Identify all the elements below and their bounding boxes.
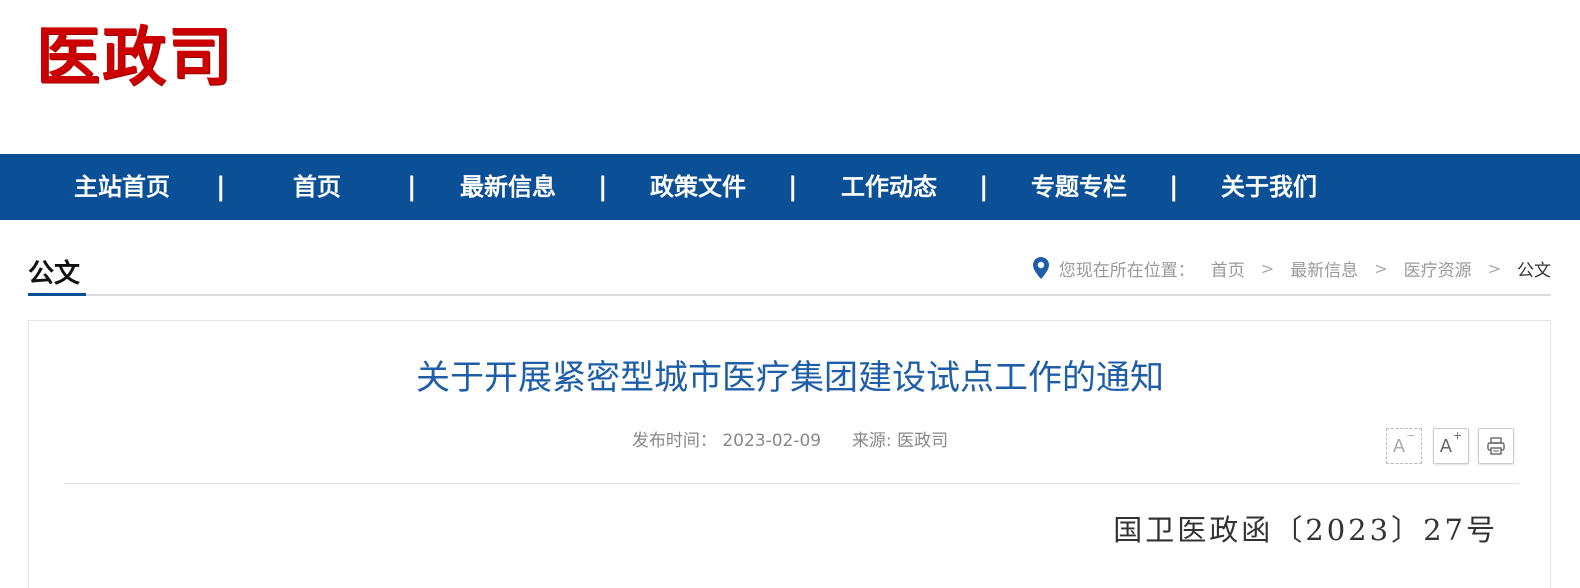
nav-separator: | <box>1169 172 1179 202</box>
printer-icon <box>1487 437 1505 455</box>
document-number: 国卫医政函〔2023〕27号 <box>1113 513 1498 547</box>
breadcrumb: 您现在所在位置： 首页 > 最新信息 > 医疗资源 > 公文 <box>1032 256 1551 281</box>
nav-separator: | <box>598 172 608 202</box>
breadcrumb-prefix: 您现在所在位置： <box>1058 260 1195 281</box>
nav-separator: | <box>788 172 798 202</box>
breadcrumb-medical-resources[interactable]: 医疗资源 <box>1404 256 1472 281</box>
breadcrumb-arrow-icon: > <box>1374 258 1388 278</box>
nav-item-work-news[interactable]: 工作动态 <box>833 154 945 220</box>
nav-separator: | <box>407 172 417 202</box>
nav-item-special-topics[interactable]: 专题专栏 <box>1023 154 1135 220</box>
breadcrumb-arrow-icon: > <box>1260 258 1275 278</box>
section-title-underline <box>28 293 86 296</box>
breadcrumb-arrow-icon: > <box>1487 258 1501 278</box>
nav-item-about-us[interactable]: 关于我们 <box>1213 154 1325 220</box>
site-logo[interactable]: 医政司 <box>36 18 234 98</box>
font-increase-button[interactable]: A+ <box>1433 428 1469 464</box>
font-decrease-icon: A− <box>1392 429 1416 457</box>
section-title: 公文 <box>28 259 81 289</box>
breadcrumb-latest[interactable]: 最新信息 <box>1290 256 1358 281</box>
article-title: 关于开展紧密型城市医疗集团建设试点工作的通知 <box>416 358 1164 398</box>
location-pin-icon <box>1032 257 1049 279</box>
nav-item-home[interactable]: 首页 <box>282 154 352 220</box>
meta-divider <box>64 483 1519 484</box>
nav-separator: | <box>979 172 989 202</box>
print-button[interactable] <box>1478 428 1514 464</box>
main-nav: 主站首页 | 首页 | 最新信息 | 政策文件 | 工作动态 | 专题专栏 | … <box>0 154 1580 220</box>
section-divider <box>28 294 1551 296</box>
site-header: 医政司 <box>0 0 1580 154</box>
nav-item-main-home[interactable]: 主站首页 <box>66 154 178 220</box>
nav-item-latest[interactable]: 最新信息 <box>452 154 564 220</box>
article-meta: 发布时间： 2023-02-09 来源: 医政司 <box>0 428 1580 454</box>
nav-separator: | <box>216 172 226 202</box>
breadcrumb-home[interactable]: 首页 <box>1211 256 1245 281</box>
font-decrease-button[interactable]: A− <box>1386 428 1422 464</box>
publish-date: 2023-02-09 <box>722 431 822 451</box>
source-value: 医政司 <box>897 431 949 451</box>
breadcrumb-current: 公文 <box>1517 260 1551 281</box>
font-increase-icon: A+ <box>1439 429 1463 457</box>
source-label: 来源: <box>851 431 892 451</box>
nav-item-policy[interactable]: 政策文件 <box>642 154 754 220</box>
publish-label: 发布时间： <box>631 431 717 451</box>
